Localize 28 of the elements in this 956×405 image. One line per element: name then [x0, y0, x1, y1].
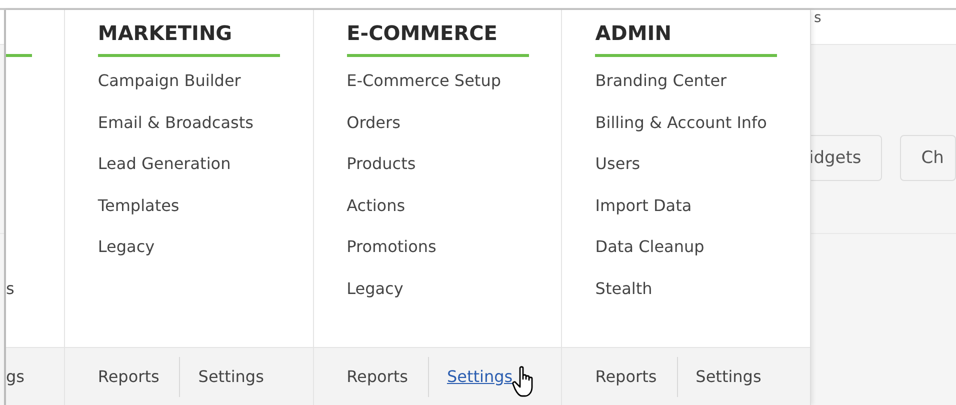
- menu-item[interactable]: Lead Generation: [98, 152, 313, 194]
- menu-item[interactable]: Import Data: [595, 194, 810, 235]
- footer-link[interactable]: Reports: [346, 367, 408, 386]
- footer-link[interactable]: Settings: [446, 367, 513, 386]
- footer-link[interactable]: gs: [6, 367, 24, 386]
- footer-link[interactable]: Reports: [98, 367, 160, 386]
- footer-link[interactable]: Settings: [198, 367, 264, 386]
- menu-item[interactable]: Email & Broadcasts: [98, 110, 313, 152]
- menu-item[interactable]: s: [6, 276, 64, 318]
- footer-link[interactable]: Reports: [595, 367, 657, 386]
- column-heading: E-COMMERCE: [346, 20, 498, 47]
- menu-item[interactable]: Stealth: [595, 276, 810, 318]
- column-heading: MARKETING: [98, 20, 234, 47]
- menu-item[interactable]: Campaign Builder: [98, 69, 313, 110]
- menu-item[interactable]: Promotions: [346, 235, 562, 276]
- menu-item[interactable]: Orders: [346, 110, 562, 152]
- menu-item[interactable]: Actions: [346, 194, 562, 235]
- menu-item[interactable]: Products: [346, 152, 562, 194]
- menu-item[interactable]: Legacy: [98, 235, 313, 276]
- menu-item[interactable]: Templates: [98, 194, 313, 235]
- column-heading: ADMIN: [595, 20, 672, 47]
- menu-item[interactable]: Legacy: [346, 276, 562, 318]
- menu-item[interactable]: Branding Center: [595, 69, 810, 110]
- menu-item[interactable]: Data Cleanup: [595, 235, 810, 276]
- header-text: s: [814, 10, 822, 26]
- footer-link[interactable]: Settings: [696, 367, 762, 386]
- toolbar-button[interactable]: Ch: [900, 135, 956, 181]
- menu-item[interactable]: E-Commerce Setup: [346, 69, 562, 110]
